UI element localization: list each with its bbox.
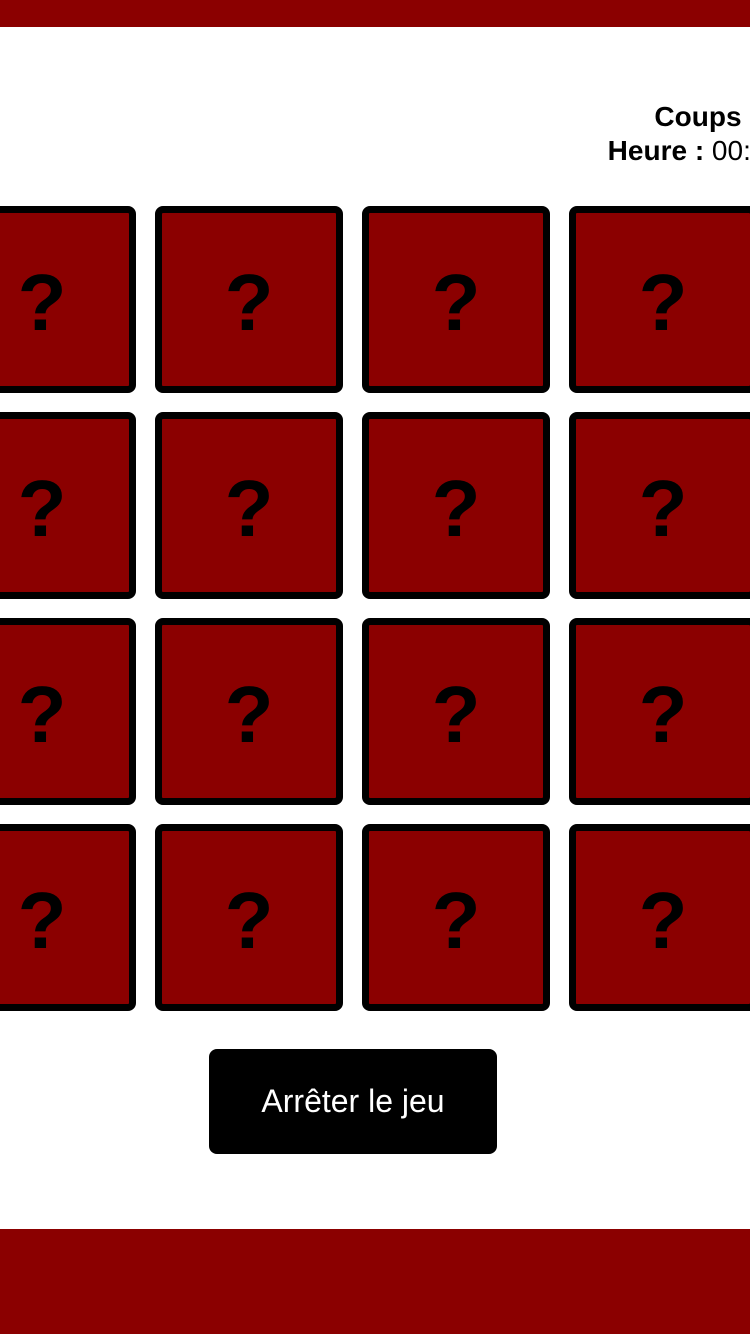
- memory-card[interactable]: ?: [362, 412, 550, 599]
- time-value: 00:48: [711, 135, 750, 166]
- moves-label: Coups :: [654, 101, 750, 132]
- card-grid: ? ? ? ? ? ? ? ? ? ? ? ? ? ? ? ?: [0, 206, 750, 1011]
- memory-card[interactable]: ?: [569, 206, 750, 393]
- memory-card[interactable]: ?: [155, 206, 343, 393]
- time-display: Heure : 00:48: [608, 134, 750, 168]
- question-mark-icon: ?: [224, 463, 274, 553]
- memory-card[interactable]: ?: [569, 412, 750, 599]
- memory-card[interactable]: ?: [569, 618, 750, 805]
- question-mark-icon: ?: [638, 463, 688, 553]
- memory-card[interactable]: ?: [155, 618, 343, 805]
- memory-card[interactable]: ?: [362, 618, 550, 805]
- question-mark-icon: ?: [638, 669, 688, 759]
- question-mark-icon: ?: [224, 669, 274, 759]
- question-mark-icon: ?: [638, 257, 688, 347]
- question-mark-icon: ?: [17, 669, 67, 759]
- moves-counter: Coups : 0: [608, 100, 750, 134]
- memory-card[interactable]: ?: [362, 206, 550, 393]
- header-bar: [0, 0, 750, 27]
- question-mark-icon: ?: [17, 257, 67, 347]
- question-mark-icon: ?: [224, 875, 274, 965]
- stop-game-button[interactable]: Arrêter le jeu: [209, 1049, 497, 1154]
- question-mark-icon: ?: [431, 463, 481, 553]
- question-mark-icon: ?: [17, 875, 67, 965]
- question-mark-icon: ?: [17, 463, 67, 553]
- question-mark-icon: ?: [431, 875, 481, 965]
- memory-card[interactable]: ?: [0, 824, 136, 1011]
- game-page: Coups : 0 Heure : 00:48 ? ? ? ? ? ? ? ? …: [0, 0, 750, 1334]
- footer-bar: [0, 1229, 750, 1334]
- memory-card[interactable]: ?: [0, 412, 136, 599]
- memory-card[interactable]: ?: [362, 824, 550, 1011]
- question-mark-icon: ?: [224, 257, 274, 347]
- question-mark-icon: ?: [638, 875, 688, 965]
- memory-card[interactable]: ?: [155, 824, 343, 1011]
- question-mark-icon: ?: [431, 257, 481, 347]
- memory-card[interactable]: ?: [0, 206, 136, 393]
- memory-card[interactable]: ?: [0, 618, 136, 805]
- memory-card[interactable]: ?: [569, 824, 750, 1011]
- time-label: Heure :: [607, 135, 705, 166]
- question-mark-icon: ?: [431, 669, 481, 759]
- stats-panel: Coups : 0 Heure : 00:48: [608, 100, 750, 168]
- memory-card[interactable]: ?: [155, 412, 343, 599]
